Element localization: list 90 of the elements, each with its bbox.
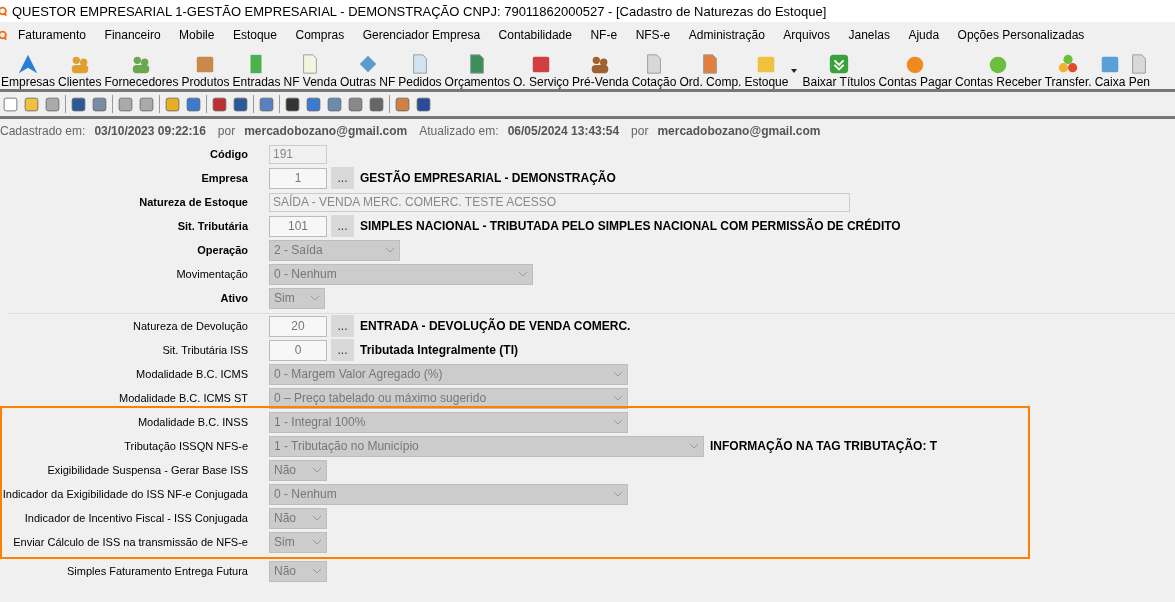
toolbar-button[interactable]: Outras NF (338, 53, 398, 89)
field-label: Código (209, 148, 249, 160)
menu-item[interactable]: Administração (688, 27, 765, 42)
menu-item[interactable]: Contabilidade (498, 27, 572, 42)
lookup-button[interactable]: ... (331, 215, 354, 237)
info-label: Cadastrado em: (0, 124, 86, 140)
field-label: Tributação ISSQN NFS-e (123, 440, 249, 452)
lookup-button[interactable]: ... (331, 339, 354, 361)
chevron-down-icon (312, 515, 322, 521)
toolbar-button[interactable]: Orçamentos (443, 53, 512, 89)
info-label: por (217, 124, 236, 140)
info-label: Atualizado em: (419, 124, 499, 140)
toolbar-button[interactable]: Ord. Comp. (678, 53, 744, 89)
field-label: Empresa (200, 172, 249, 184)
chevron-down-icon (312, 568, 322, 574)
menu-item[interactable]: Financeiro (104, 27, 161, 42)
menu-item[interactable]: Arquivos (783, 27, 830, 42)
lookup-description: ENTRADA - DEVOLUÇÃO DE VENDA COMERC. (360, 319, 631, 333)
field-label: Exigibilidade Suspensa - Gerar Base ISS (46, 464, 249, 476)
chevron-down-icon (518, 271, 528, 277)
field-label: Sit. Tributária (176, 220, 250, 232)
field-label: Natureza de Estoque (138, 196, 249, 208)
lookup-description: SIMPLES NACIONAL - TRIBUTADA PELO SIMPLES NACIONAL COM PERMISSÃO DE CRÉDITO (360, 219, 901, 233)
app-logo-icon (0, 4, 7, 18)
check-icon (828, 53, 851, 75)
toolbar-button[interactable]: Cotação (630, 53, 679, 89)
field-label: Enviar Cálculo de ISS na transmissão de NFS-e (12, 536, 249, 548)
note-text: INFORMAÇÃO NA TAG TRIBUTAÇÃO: T (710, 439, 938, 453)
chevron-down-icon (312, 539, 322, 545)
menu-item[interactable]: Janelas (848, 27, 890, 42)
toolbar-button[interactable]: Entradas (231, 53, 283, 89)
chevron-down-icon (310, 295, 320, 301)
menu-item[interactable]: Mobile (179, 27, 215, 42)
lookup-button[interactable]: ... (331, 315, 354, 337)
chevron-down-icon (613, 395, 623, 401)
field-label: Operação (196, 244, 249, 256)
toolbar-button[interactable]: Contas Pagar (877, 53, 954, 89)
info-value: 06/05/2024 13:43:54 (507, 124, 620, 140)
field-label: Indicador de Incentivo Fiscal - ISS Conjugada (23, 512, 249, 524)
menu-item[interactable]: Compras (295, 27, 345, 42)
chevron-down-icon (613, 491, 623, 497)
lookup-button[interactable]: ... (331, 167, 354, 189)
toolbar-button[interactable]: Produtos (180, 53, 232, 89)
menu-item[interactable]: Estoque (232, 27, 277, 42)
menu-item[interactable]: NFS-e (635, 27, 671, 42)
info-value: mercadobozano@gmail.com (244, 124, 408, 140)
code-field[interactable]: 101 (269, 215, 327, 237)
toolbar-button[interactable]: NF Venda (282, 53, 339, 89)
toolbar-button[interactable]: Pedidos (397, 53, 444, 89)
info-value: mercadobozano@gmail.com (657, 124, 821, 140)
arrow-logo-icon (17, 53, 39, 75)
code-field[interactable]: 20 (269, 315, 327, 337)
info-label: por (631, 124, 649, 140)
field-label: Modalidade B.C. ICMS ST (118, 392, 249, 404)
code-field[interactable]: 1 (269, 167, 327, 189)
menu-item[interactable]: Gerenciador Empresa (362, 27, 481, 42)
toolbar-button[interactable]: Fornecedores (103, 53, 181, 89)
menu-item[interactable]: Ajuda (908, 27, 940, 42)
chevron-down-icon (689, 443, 699, 449)
code-field[interactable]: 0 (269, 339, 327, 361)
toolbar-button[interactable]: Empresas (0, 53, 58, 89)
field-label: Sit. Tributária ISS (161, 344, 249, 356)
window-title: QUESTOR EMPRESARIAL 1-GESTÃO EMPRESARIAL - DEMONSTRAÇÃO CNPJ: 79011862000527 - [Cadastro de Naturezas do Estoque] (12, 3, 827, 19)
menu-item[interactable]: NF-e (590, 27, 618, 42)
toolbar-button[interactable]: Baixar Títulos (801, 53, 878, 89)
toolbar-button[interactable]: Contas Receber (954, 53, 1044, 89)
field-label: Modalidade B.C. INSS (136, 416, 249, 428)
toolbar-button[interactable]: Transfer. (1043, 53, 1094, 89)
info-value: 03/10/2023 09:22:16 (94, 124, 206, 140)
chevron-down-icon (385, 247, 395, 253)
field-label: Indicador da Exigibilidade do ISS NF-e Conjugada (2, 488, 249, 500)
menu-item[interactable]: Opções Personalizadas (957, 27, 1085, 42)
toolbar-button[interactable]: Estoque (743, 53, 791, 89)
circles-icon (1057, 53, 1080, 75)
chevron-down-icon (312, 467, 322, 473)
field-label: Natureza de Devolução (132, 320, 249, 332)
toolbar-button[interactable]: Caixa (1093, 53, 1128, 89)
chevron-down-icon (613, 371, 623, 377)
field-label: Simples Faturamento Entrega Futura (66, 565, 249, 577)
lookup-description: GESTÃO EMPRESARIAL - DEMONSTRAÇÃO (360, 171, 616, 185)
toolbar-button[interactable]: O. Serviço (511, 53, 571, 89)
field-label: Movimentação (175, 268, 249, 280)
toolbar-button[interactable]: Pen (1127, 53, 1153, 89)
menu-item[interactable]: Faturamento (18, 27, 87, 42)
field-label: Ativo (219, 292, 249, 304)
field-label: Modalidade B.C. ICMS (135, 368, 249, 380)
chevron-down-icon (613, 419, 623, 425)
toolbar-button[interactable]: Clientes (57, 53, 104, 89)
lookup-description: Tributada Integralmente (TI) (360, 343, 518, 357)
toolbar-button[interactable]: Pré-Venda (570, 53, 631, 89)
